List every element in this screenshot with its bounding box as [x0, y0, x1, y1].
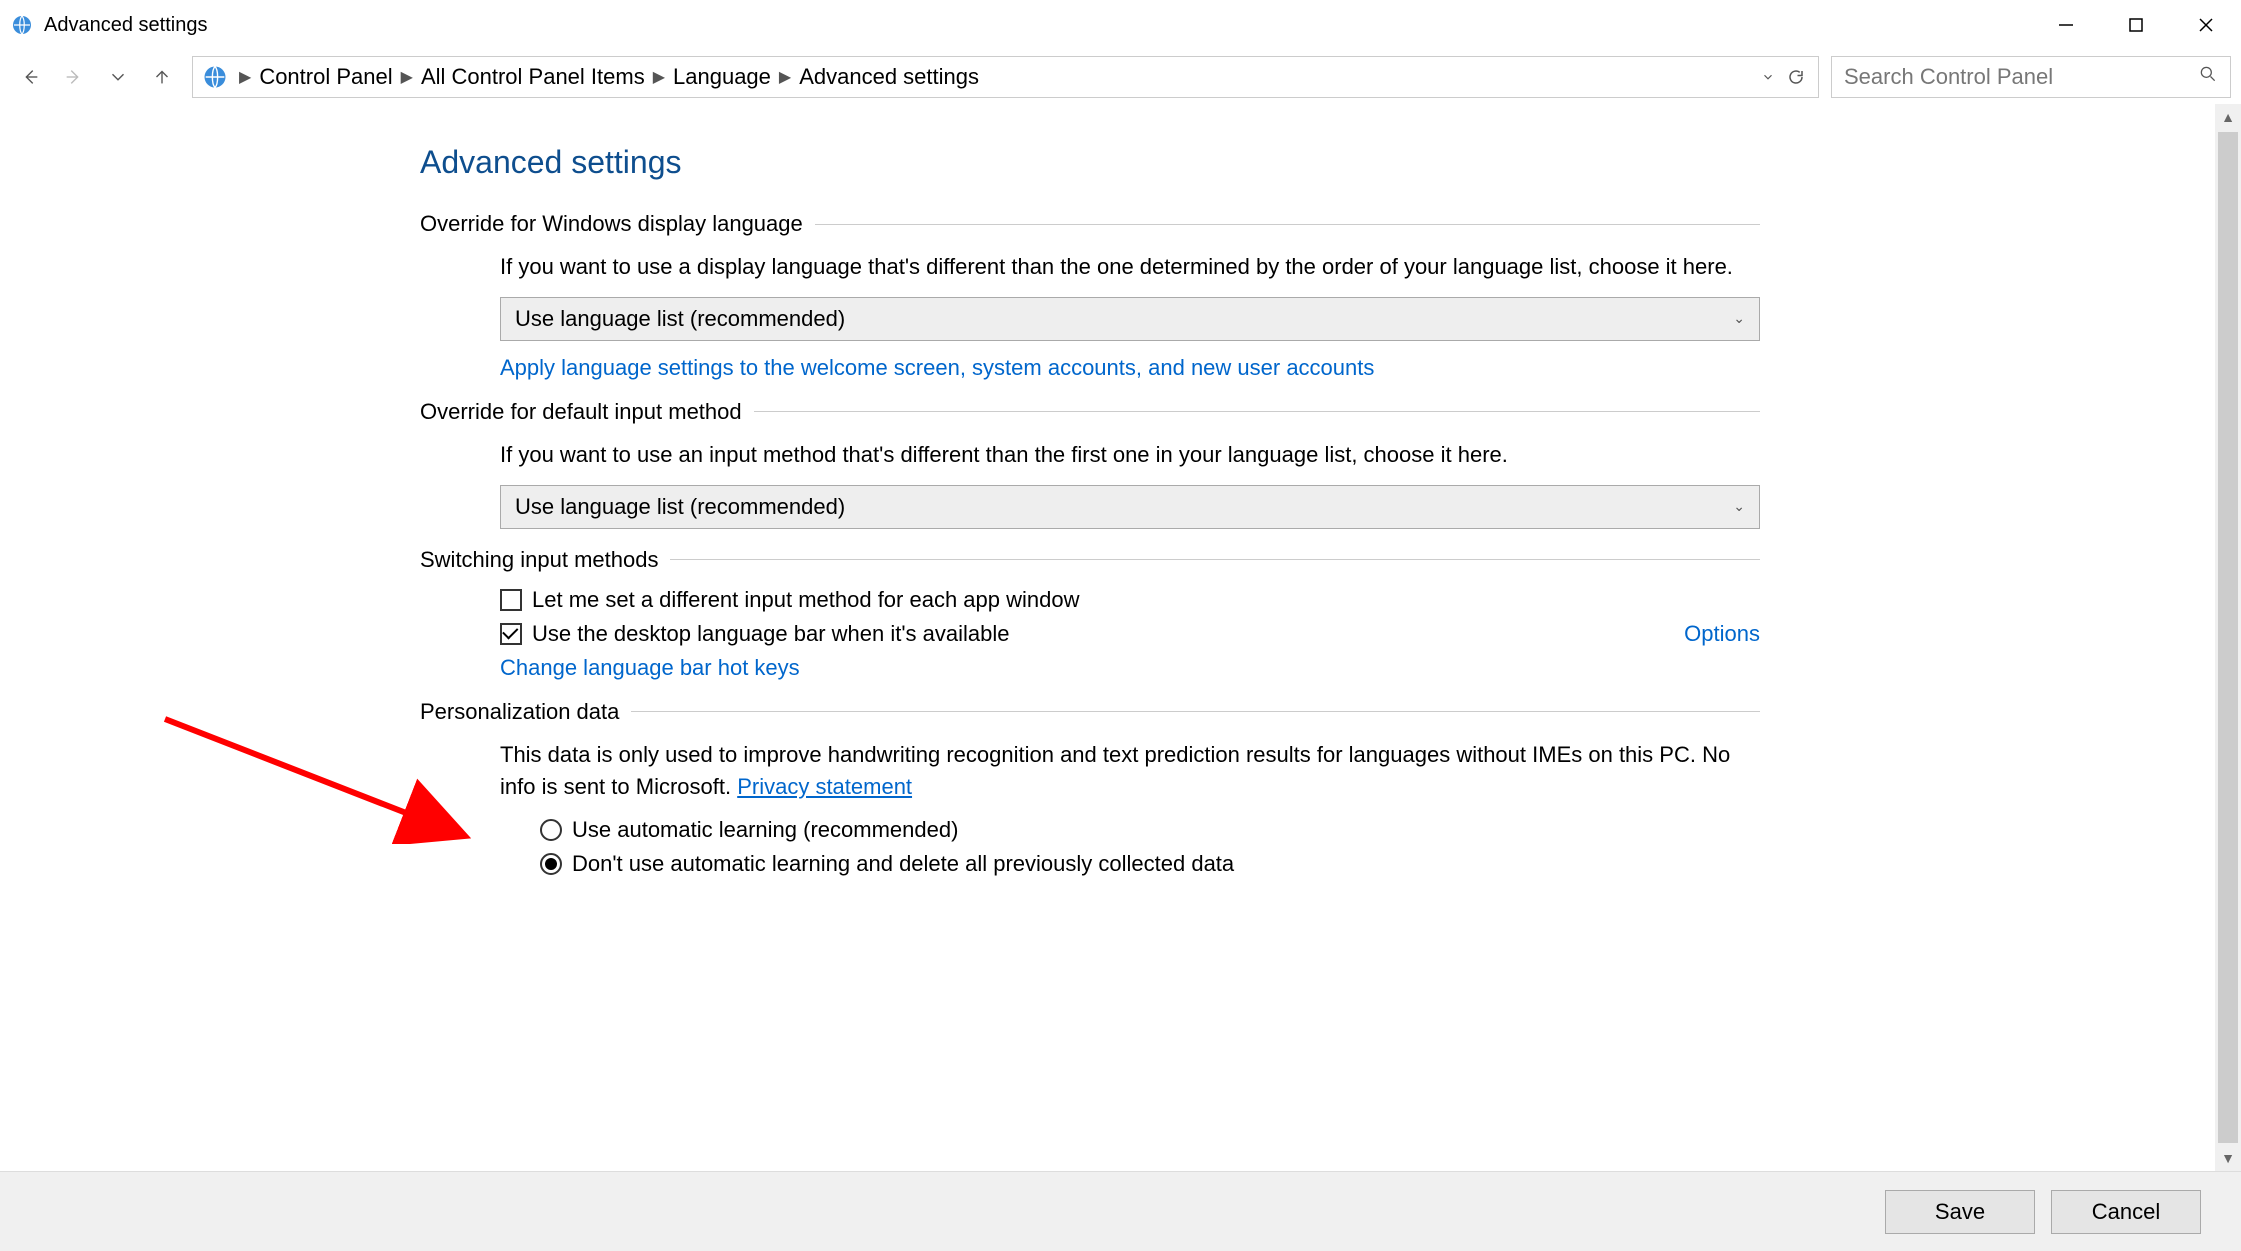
- radio-automatic-learning[interactable]: Use automatic learning (recommended): [540, 817, 1760, 843]
- dropdown-value: Use language list (recommended): [515, 306, 845, 332]
- breadcrumb-item[interactable]: Language: [667, 64, 777, 90]
- section-description: If you want to use an input method that'…: [500, 439, 1760, 471]
- forward-button[interactable]: [54, 57, 94, 97]
- maximize-button[interactable]: [2101, 0, 2171, 50]
- cancel-button[interactable]: Cancel: [2051, 1190, 2201, 1234]
- page-title: Advanced settings: [420, 144, 1760, 181]
- address-bar[interactable]: ▶ Control Panel ▶ All Control Panel Item…: [192, 56, 1819, 98]
- change-hotkeys-link[interactable]: Change language bar hot keys: [500, 655, 800, 680]
- scrollbar-thumb[interactable]: [2218, 132, 2238, 1143]
- apply-language-settings-link[interactable]: Apply language settings to the welcome s…: [500, 355, 1374, 380]
- scroll-up-button[interactable]: ▲: [2215, 104, 2241, 130]
- refresh-button[interactable]: [1782, 57, 1810, 97]
- minimize-button[interactable]: [2031, 0, 2101, 50]
- checkbox-icon: [500, 623, 522, 645]
- language-path-icon: [201, 63, 229, 91]
- radio-label: Use automatic learning (recommended): [572, 817, 958, 843]
- section-header: Override for default input method: [420, 399, 1760, 425]
- dropdown-value: Use language list (recommended): [515, 494, 845, 520]
- radio-icon: [540, 819, 562, 841]
- section-header: Switching input methods: [420, 547, 1760, 573]
- search-placeholder: Search Control Panel: [1844, 64, 2198, 90]
- titlebar: Advanced settings: [0, 0, 2241, 50]
- breadcrumb-item[interactable]: All Control Panel Items: [415, 64, 651, 90]
- back-button[interactable]: [10, 57, 50, 97]
- vertical-scrollbar[interactable]: ▲ ▼: [2215, 104, 2241, 1171]
- address-dropdown-button[interactable]: [1754, 57, 1782, 97]
- section-title: Override for Windows display language: [420, 211, 815, 237]
- breadcrumb-item[interactable]: Advanced settings: [793, 64, 985, 90]
- checkbox-desktop-language-bar[interactable]: Use the desktop language bar when it's a…: [500, 621, 1760, 647]
- options-link[interactable]: Options: [1684, 621, 1760, 647]
- radio-no-automatic-learning[interactable]: Don't use automatic learning and delete …: [540, 851, 1760, 877]
- recent-dropdown-button[interactable]: [98, 57, 138, 97]
- section-header: Override for Windows display language: [420, 211, 1760, 237]
- section-title: Personalization data: [420, 699, 631, 725]
- section-header: Personalization data: [420, 699, 1760, 725]
- section-title: Override for default input method: [420, 399, 754, 425]
- up-button[interactable]: [142, 57, 182, 97]
- radio-icon: [540, 853, 562, 875]
- section-description: If you want to use a display language th…: [500, 251, 1760, 283]
- close-button[interactable]: [2171, 0, 2241, 50]
- search-icon: [2198, 64, 2218, 90]
- display-language-dropdown[interactable]: Use language list (recommended) ⌄: [500, 297, 1760, 341]
- save-button[interactable]: Save: [1885, 1190, 2035, 1234]
- checkbox-label: Use the desktop language bar when it's a…: [532, 621, 1010, 647]
- chevron-right-icon[interactable]: ▶: [777, 67, 793, 87]
- privacy-statement-link[interactable]: Privacy statement: [737, 774, 912, 799]
- section-title: Switching input methods: [420, 547, 670, 573]
- footer-bar: Save Cancel: [0, 1171, 2241, 1251]
- chevron-right-icon[interactable]: ▶: [399, 67, 415, 87]
- checkbox-label: Let me set a different input method for …: [532, 587, 1080, 613]
- checkbox-per-app-input[interactable]: Let me set a different input method for …: [500, 587, 1760, 613]
- chevron-right-icon[interactable]: ▶: [237, 67, 253, 87]
- input-method-dropdown[interactable]: Use language list (recommended) ⌄: [500, 485, 1760, 529]
- section-description: This data is only used to improve handwr…: [500, 739, 1760, 803]
- nav-row: ▶ Control Panel ▶ All Control Panel Item…: [0, 50, 2241, 104]
- breadcrumb-item[interactable]: Control Panel: [253, 64, 398, 90]
- language-app-icon: [10, 13, 34, 37]
- checkbox-icon: [500, 589, 522, 611]
- scroll-down-button[interactable]: ▼: [2215, 1145, 2241, 1171]
- chevron-right-icon[interactable]: ▶: [651, 67, 667, 87]
- window-title: Advanced settings: [44, 14, 207, 37]
- radio-label: Don't use automatic learning and delete …: [572, 851, 1234, 877]
- chevron-down-icon: ⌄: [1733, 498, 1745, 515]
- chevron-down-icon: ⌄: [1733, 310, 1745, 327]
- search-input[interactable]: Search Control Panel: [1831, 56, 2231, 98]
